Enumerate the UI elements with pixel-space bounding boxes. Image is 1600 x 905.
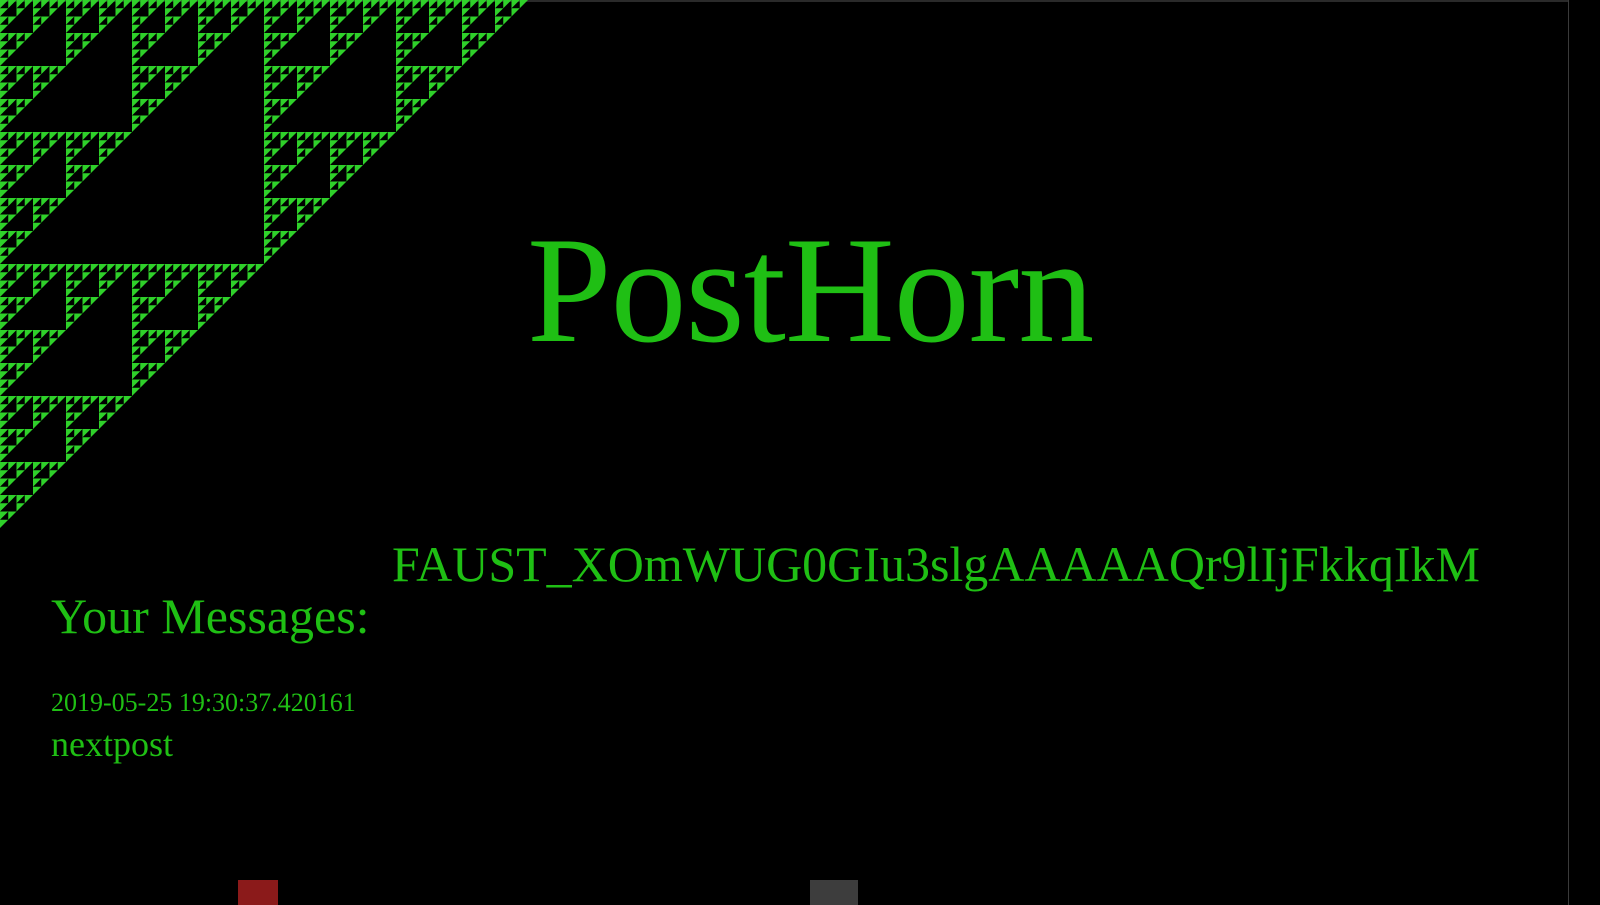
message-timestamp: 2019-05-25 19:30:37.420161 — [51, 688, 356, 717]
message-text: nextpost — [51, 724, 173, 764]
window-right-border — [1568, 0, 1600, 905]
taskbar-tab-red[interactable] — [238, 880, 278, 905]
page-title: PostHorn — [527, 206, 1094, 374]
sierpinski-fractal-decoration — [0, 0, 528, 528]
flag-token-text: FAUST_XOmWUG0GIu3slgAAAAAQr9lIjFkkqIkM — [392, 536, 1480, 592]
taskbar-tab-gray[interactable] — [810, 880, 858, 905]
fractal-triangles — [0, 0, 528, 528]
messages-heading: Your Messages: — [51, 588, 370, 644]
message-item: 2019-05-25 19:30:37.420161 nextpost — [51, 686, 356, 764]
